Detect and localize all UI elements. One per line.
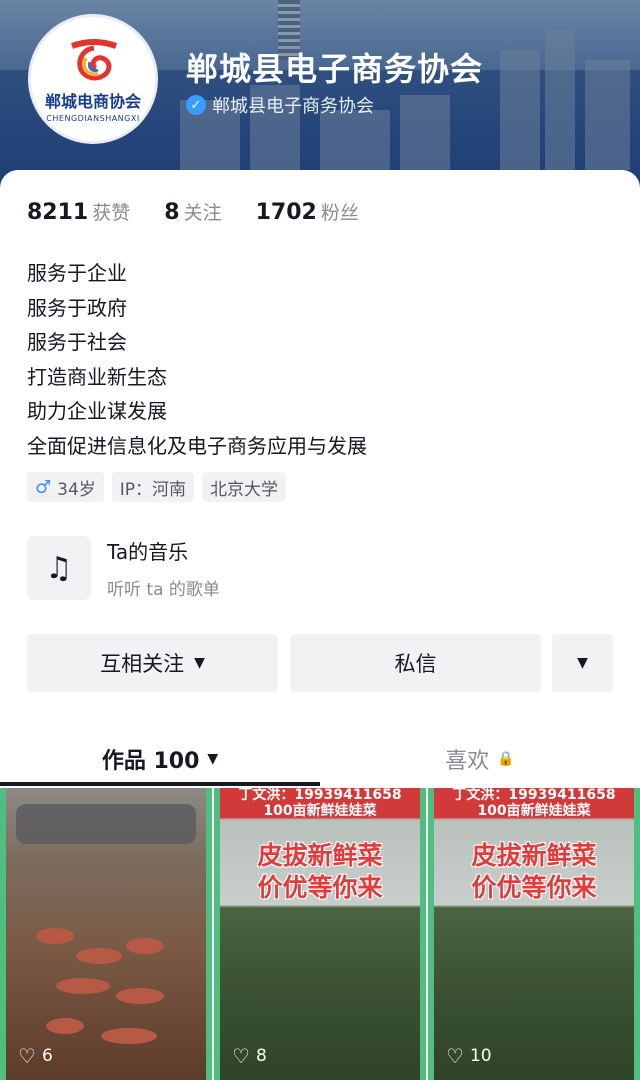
- tag-age: ♂ 34岁: [27, 472, 104, 502]
- headline-line: 皮拔新鲜菜: [471, 841, 597, 870]
- male-icon: ♂: [35, 476, 52, 498]
- tag-ip: IP：河南: [111, 472, 195, 502]
- bio-line: 打造商业新生态: [27, 364, 167, 389]
- bio-line: 助力企业谋发展: [27, 399, 167, 423]
- stat-number: 8: [164, 200, 180, 225]
- tab-works[interactable]: 作品 100 ▼: [0, 730, 320, 788]
- lock-icon: 🔒: [497, 751, 515, 767]
- stat-label: 粉丝: [320, 202, 359, 224]
- banner-building: [320, 110, 390, 170]
- mutual-follow-button[interactable]: 互相关注 ▼: [27, 634, 278, 692]
- message-label: 私信: [394, 652, 437, 676]
- video-thumbnail[interactable]: 丁文洪：19939411658 100亩新鲜娃娃菜 皮拔新鲜菜 价优等你来 ♡ …: [428, 788, 640, 1080]
- profile-tags: ♂ 34岁 IP：河南 北京大学: [27, 472, 287, 502]
- tab-works-label: 作品 100: [101, 749, 200, 774]
- thumbnail-sweet-potato: [56, 978, 110, 994]
- stat-label: 关注: [183, 202, 222, 224]
- headline-line: 价优等你来: [471, 873, 597, 902]
- heart-icon: ♡: [232, 1044, 250, 1068]
- tab-active-indicator: [0, 782, 320, 786]
- thumbnail-sweet-potato: [36, 928, 74, 944]
- video-likes: ♡ 8: [232, 1044, 267, 1068]
- mutual-follow-label: 互相关注: [100, 652, 185, 676]
- caret-down-icon: ▼: [194, 655, 205, 671]
- music-entry[interactable]: ♫ Ta的音乐 听听 ta 的歌单: [27, 536, 220, 600]
- caret-down-icon: ▼: [207, 751, 219, 767]
- logo-subtext: CHENGDIANSHANGXI: [46, 113, 140, 123]
- video-likes-count: 6: [41, 1046, 53, 1066]
- bio-line: 服务于社会: [27, 330, 127, 354]
- video-grid: ♡ 6 丁文洪：19939411658 100亩新鲜娃娃菜 皮拔新鲜菜 价优等你…: [0, 788, 640, 1080]
- stat-likes[interactable]: 8211 获赞: [27, 198, 130, 225]
- bio-line: 全面促进信息化及电子商务应用与发展: [27, 433, 367, 458]
- stats-row: 8211 获赞 8 关注 1702 粉丝: [27, 198, 359, 225]
- stat-following[interactable]: 8 关注: [164, 198, 221, 225]
- banner-building: [545, 30, 575, 170]
- video-likes: ♡ 10: [446, 1044, 492, 1068]
- thumbnail-sweet-potato: [116, 988, 164, 1004]
- content-tabs: 作品 100 ▼ 喜欢 🔒: [0, 730, 640, 788]
- stat-label: 获赞: [92, 202, 131, 224]
- thumbnail-sweet-potato: [101, 1028, 157, 1044]
- thumbnail-sweet-potato: [76, 948, 122, 964]
- video-thumbnail[interactable]: 丁文洪：19939411658 100亩新鲜娃娃菜 皮拔新鲜菜 价优等你来 ♡ …: [214, 788, 426, 1080]
- profile-card: 8211 获赞 8 关注 1702 粉丝 服务于企业 服务于政府 服务于社会 打造商业…: [0, 170, 640, 1080]
- bio-line: 服务于企业: [27, 261, 127, 285]
- thumbnail-subtitle: 100亩新鲜娃娃菜: [263, 803, 377, 819]
- logo-text: 郸城电商协会: [44, 91, 141, 111]
- thumbnail-headline: 皮拔新鲜菜 价优等你来: [220, 840, 420, 904]
- caret-down-icon: ▼: [577, 655, 588, 671]
- headline-line: 价优等你来: [257, 873, 383, 902]
- thumbnail-sweet-potato: [46, 1018, 84, 1034]
- tab-likes[interactable]: 喜欢 🔒: [320, 730, 640, 788]
- verified-check-icon: ✓: [186, 95, 206, 115]
- video-thumbnail[interactable]: ♡ 6: [0, 788, 212, 1080]
- banner-building: [585, 60, 630, 170]
- tab-likes-label: 喜欢: [445, 749, 490, 774]
- thumbnail-sack: [16, 804, 196, 844]
- music-title: Ta的音乐: [107, 540, 189, 564]
- bio: 服务于企业 服务于政府 服务于社会 打造商业新生态 助力企业谋发展 全面促进信息…: [27, 256, 367, 463]
- video-likes-count: 8: [255, 1046, 267, 1066]
- thumbnail-headline: 皮拔新鲜菜 价优等你来: [434, 840, 634, 904]
- thumbnail-subtitle: 100亩新鲜娃娃菜: [477, 803, 591, 819]
- music-note-icon: ♫: [27, 536, 91, 600]
- more-dropdown-button[interactable]: ▼: [552, 634, 613, 692]
- verified-label: 郸城县电子商务协会: [212, 96, 374, 117]
- music-subtitle: 听听 ta 的歌单: [107, 580, 220, 600]
- heart-icon: ♡: [446, 1044, 464, 1068]
- tag-school[interactable]: 北京大学: [202, 472, 287, 502]
- music-text: Ta的音乐 听听 ta 的歌单: [107, 536, 220, 600]
- banner-building: [400, 95, 450, 170]
- stat-number: 1702: [255, 200, 317, 225]
- banner-building: [500, 50, 540, 170]
- profile-title: 郸城县电子商务协会: [186, 50, 484, 88]
- heart-icon: ♡: [18, 1044, 36, 1068]
- avatar[interactable]: 郸城电商协会 CHENGDIANSHANGXI: [28, 14, 158, 144]
- stat-number: 8211: [27, 200, 89, 225]
- stat-followers[interactable]: 1702 粉丝: [256, 198, 359, 225]
- message-button[interactable]: 私信: [290, 634, 541, 692]
- verified-row: ✓ 郸城县电子商务协会: [186, 92, 374, 118]
- thumbnail-sweet-potato: [126, 938, 164, 954]
- headline-line: 皮拔新鲜菜: [257, 841, 383, 870]
- video-likes: ♡ 6: [18, 1044, 53, 1068]
- bio-line: 服务于政府: [27, 295, 127, 320]
- association-logo-icon: [64, 36, 122, 84]
- video-likes-count: 10: [469, 1046, 492, 1066]
- tag-age-label: 34岁: [57, 479, 96, 500]
